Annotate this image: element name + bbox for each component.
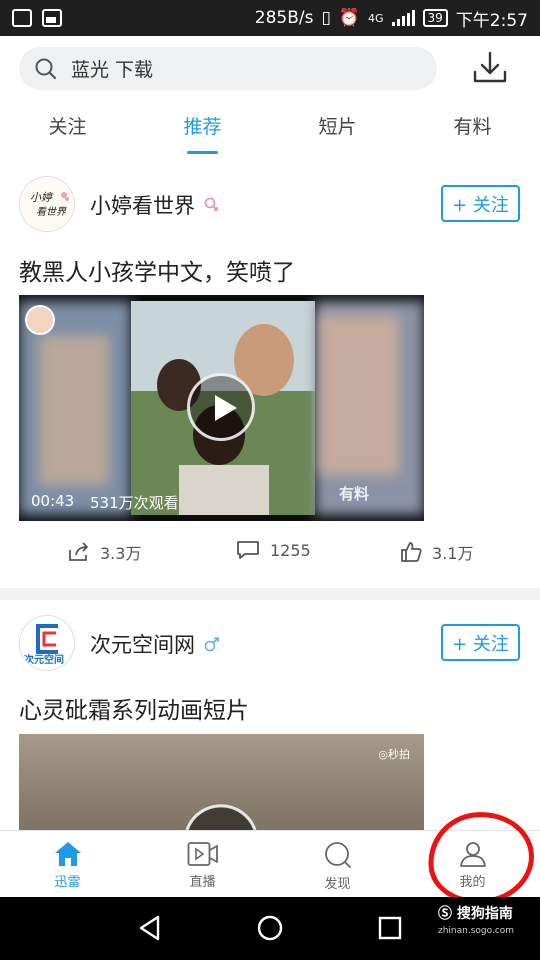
channel-badge-icon [25, 305, 55, 335]
svg-text:次元空间: 次元空间 [24, 653, 64, 666]
share-icon [69, 542, 88, 561]
post-actions: 3.3万 1255 3.1万 [0, 540, 540, 570]
recents-icon[interactable] [378, 916, 402, 940]
search-query: 蓝光 下载 [71, 59, 154, 81]
home-icon [54, 842, 81, 866]
video-watermark: 有料 [339, 485, 370, 503]
discover-search-icon [324, 842, 351, 868]
watermark-logo-icon: Ⓢ [438, 906, 452, 922]
share-action[interactable]: 3.3万 [68, 540, 141, 564]
svg-text:看世界: 看世界 [36, 206, 67, 218]
comment-action[interactable]: 1255 [236, 540, 311, 560]
play-icon[interactable] [187, 373, 255, 441]
home-button-icon[interactable] [257, 915, 283, 941]
vibrate-icon: ▯ [321, 8, 331, 28]
male-icon [204, 637, 219, 652]
tab-recommended[interactable]: 推荐 [135, 112, 270, 158]
author-avatar[interactable]: 次元空间 [19, 615, 75, 671]
notification-icon [12, 9, 32, 27]
network-speed: 285B/s [254, 8, 314, 28]
alarm-icon: ⏰ [338, 8, 360, 28]
like-count: 3.1万 [432, 544, 474, 563]
share-count: 3.3万 [100, 544, 142, 563]
video-player[interactable]: 00:43 531万次观看 有料 [19, 295, 424, 521]
tab-featured[interactable]: 有料 [405, 112, 540, 158]
tab-follow[interactable]: 关注 [0, 112, 135, 158]
image-notification-icon [42, 9, 62, 27]
nav-discover-label: 发现 [324, 877, 351, 892]
watermark-url: zhinan.sogo.com [438, 926, 515, 936]
author-name[interactable]: 次元空间网 [90, 629, 221, 659]
status-bar: 285B/s ▯ ⏰ 4G 39 下午2:57 [0, 0, 540, 36]
app-screen: 285B/s ▯ ⏰ 4G 39 下午2:57 蓝光 下载 关注 推荐 短片 有… [0, 0, 540, 960]
nav-live-label: 直播 [189, 875, 216, 890]
thumbs-up-icon [401, 542, 422, 562]
view-count: 531万次观看 [90, 494, 179, 512]
nav-home-label: 迅雷 [54, 875, 81, 890]
live-video-icon [187, 842, 218, 866]
signal-icon [391, 10, 415, 26]
search-icon [35, 58, 57, 79]
network-type: 4G [368, 11, 384, 25]
tab-short-film[interactable]: 短片 [270, 112, 405, 158]
author-avatar[interactable]: 小婷 看世界 [19, 176, 75, 232]
comment-count: 1255 [270, 540, 311, 560]
svg-text:小婷: 小婷 [30, 191, 54, 204]
sogou-watermark: Ⓢ 搜狗指南 [438, 906, 513, 922]
comment-icon [237, 541, 259, 559]
author-name[interactable]: 小婷看世界 [90, 190, 219, 220]
tab-bar: 关注 推荐 短片 有料 [0, 112, 540, 158]
clock: 下午2:57 [455, 10, 528, 31]
post-title[interactable]: 教黑人小孩学中文，笑喷了 [19, 253, 295, 287]
search-bar[interactable]: 蓝光 下载 [19, 47, 437, 90]
play-icon [185, 804, 257, 830]
video-duration: 00:43 [31, 492, 75, 510]
nav-discover[interactable]: 发现 [270, 831, 405, 897]
avatar-logo: 次元空间 [20, 616, 74, 670]
feed-card: 小婷 看世界 小婷看世界 + 关注 教黑人小孩学中文，笑喷了 00:43 531… [0, 170, 540, 588]
nav-live[interactable]: 直播 [135, 831, 270, 897]
feed-card: 次元空间 次元空间网 + 关注 心灵砒霜系列动画短片 ◎秒拍 [0, 600, 540, 830]
female-icon [204, 197, 218, 211]
post-title[interactable]: 心灵砒霜系列动画短片 [19, 691, 249, 725]
video-player[interactable]: ◎秒拍 [19, 734, 424, 830]
follow-button[interactable]: + 关注 [441, 624, 520, 661]
feed-divider [0, 588, 540, 600]
like-action[interactable]: 3.1万 [400, 540, 473, 564]
download-icon[interactable] [470, 50, 510, 86]
follow-button[interactable]: + 关注 [441, 185, 520, 222]
battery-level: 39 [422, 9, 448, 27]
nav-home[interactable]: 迅雷 [0, 831, 135, 897]
avatar-logo: 小婷 看世界 [20, 177, 74, 231]
back-icon[interactable] [139, 915, 160, 941]
